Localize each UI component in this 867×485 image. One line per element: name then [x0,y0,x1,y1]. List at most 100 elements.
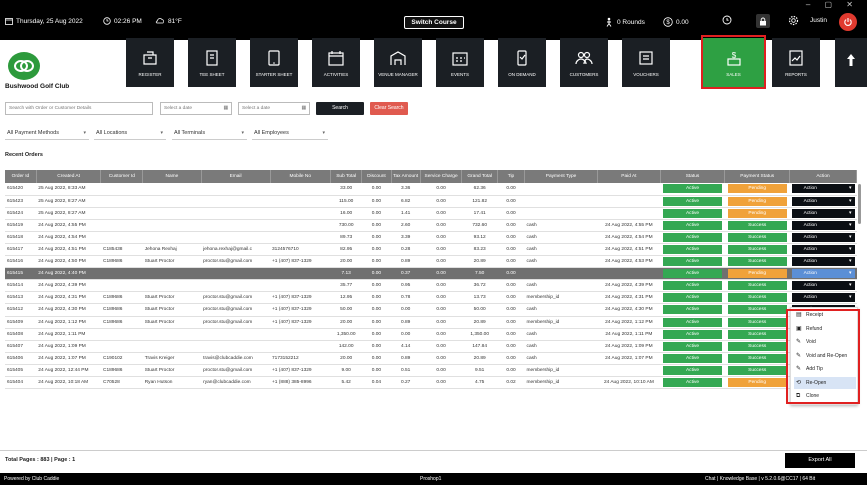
action-button[interactable]: Action [791,293,855,303]
table-row[interactable]: 615412 24 Aug 2022, 4:30 PM C189686 Stuart … [5,303,857,317]
window-controls[interactable]: – ▢ ✕ [806,0,859,9]
lock-icon[interactable] [756,14,770,28]
search-input[interactable]: Search with Order or Customer Details [5,102,153,115]
table-cell: 0.00 [497,303,525,317]
table-row[interactable]: 615424 25 Aug 2022, 8:27 AM 16.00 0.00 1.41 0… [5,207,857,220]
table-row[interactable]: 615423 25 Aug 2022, 8:27 AM 115.00 0.00 6.82… [5,195,857,208]
table-row[interactable]: 615419 24 Aug 2022, 4:55 PM 730.00 0.00 2.60… [5,219,857,232]
cash-display[interactable]: $ 0.00 [663,17,689,27]
column-header: Action [789,170,857,183]
export-all-button[interactable]: Export All [785,453,855,468]
action-button[interactable]: Action [791,232,855,242]
start-date-input[interactable]: Select a date ▦ [160,102,232,115]
table-row[interactable]: 615404 24 Aug 2022, 10:18 AM C70528 Ryan Hu… [5,376,857,390]
status-badge: Active [663,208,722,218]
action-button[interactable]: Action [791,245,855,255]
reports-icon [789,49,803,66]
table-cell: 615408 [5,328,37,341]
table-row[interactable]: 615416 24 Aug 2022, 4:50 PM C189686 Stuart … [5,255,857,269]
table-cell [100,340,143,353]
table-row[interactable]: 615405 24 Aug 2022, 12:44 PM C189686 Stuart… [5,364,857,378]
nav-customers-button[interactable]: CUSTOMERS [560,38,608,87]
table-cell: 24 Aug 2022, 4:54 PM [36,231,101,244]
employee-select[interactable]: All Employees ▾ [252,128,328,140]
table-row[interactable]: 615413 24 Aug 2022, 4:31 PM C189686 Stuart … [5,291,857,305]
settings-icon[interactable] [788,15,799,26]
table-cell [270,279,331,293]
clear-search-button[interactable]: Clear Search [370,102,408,115]
nav-label: CUSTOMERS [569,71,599,77]
table-row[interactable]: 615415 24 Aug 2022, 4:40 PM 7.13 0.00 0.37 0.… [5,267,857,281]
table-cell: 615413 [5,291,37,305]
nav-on-demand-button[interactable]: ON DEMAND [498,38,546,87]
table-cell: proctor.stu@gmail.com [201,316,270,329]
table-row[interactable]: 615418 24 Aug 2022, 4:54 PM 89.73 0.00 3.39 0… [5,231,857,244]
status-links[interactable]: Chat | Knowledge Base | v 5.2.0.6@CC17 |… [705,476,815,482]
table-cell: Success [724,316,790,329]
calendar-icon[interactable]: ▦ [223,103,228,114]
table-cell: Active [660,291,725,305]
table-cell: 0.00 [420,352,462,365]
table-cell: C189686 [100,303,143,317]
nav-events-button[interactable]: EVENTS [436,38,484,87]
table-cell [270,267,331,281]
table-cell: 20.00 [330,316,362,329]
power-icon[interactable] [839,13,857,31]
action-button[interactable]: Action [791,184,855,194]
action-button[interactable]: Action [791,208,855,218]
table-cell: Pending [724,267,790,281]
table-cell: 615407 [5,340,37,353]
action-button[interactable]: Action [791,281,855,291]
table-cell [100,207,143,220]
nav-label: VENUE MANAGER [378,71,418,77]
table-row[interactable]: 615407 24 Aug 2022, 1:09 PM 142.00 0.00 4.14… [5,340,857,353]
payment-status-badge: Pending [727,196,787,206]
rounds-display[interactable]: 0 Rounds [604,17,645,27]
table-row[interactable]: 615420 25 Aug 2022, 8:33 AM 33.00 0.00 3.36 0… [5,183,857,196]
nav-reports-button[interactable]: REPORTS [772,38,820,87]
table-row[interactable]: 615408 24 Aug 2022, 1:11 PM 1,350.00 0.00 0.… [5,328,857,341]
table-cell: Success [724,219,790,232]
table-cell: 0.00 [361,279,392,293]
terminal-select[interactable]: All Terminals ▾ [172,128,247,140]
action-button[interactable]: Action [791,257,855,267]
table-cell: 0.02 [497,376,525,390]
action-button[interactable]: Action [791,220,855,230]
action-button[interactable]: Action [791,196,855,206]
nav-register-button[interactable]: REGISTER [126,38,174,87]
table-cell: Stuart Proctor [142,291,202,305]
action-button[interactable]: Action [791,269,855,279]
nav-activities-button[interactable]: ACTIVITIES [312,38,360,87]
table-row[interactable]: 615406 24 Aug 2022, 1:07 PM C190102 Travis … [5,352,857,365]
search-button[interactable]: Search [316,102,364,115]
table-scrollbar[interactable] [858,184,861,224]
table-row[interactable]: 615417 24 Aug 2022, 4:51 PM C185438 Jehona … [5,243,857,257]
payment-method-select[interactable]: All Payment Methods ▾ [5,128,89,140]
history-icon[interactable] [722,15,732,25]
table-row[interactable]: 615409 24 Aug 2022, 1:12 PM C189686 Stuart … [5,316,857,329]
terminal-value: All Terminals [174,130,206,136]
end-date-input[interactable]: Select a date ▦ [238,102,310,115]
rounds-text: 0 Rounds [617,18,645,26]
user-name[interactable]: Justin [810,17,827,24]
nav-venue-manager-button[interactable]: VENUE MANAGER [374,38,422,87]
table-cell: 0.89 [391,352,421,365]
table-cell: 0.00 [497,219,525,232]
table-cell: Active [660,364,725,378]
status-badge: Active [663,245,722,255]
scroll-up-button[interactable] [835,38,867,87]
payment-status-badge: Pending [727,378,787,388]
status-badge: Active [663,257,722,267]
table-cell: 24 Aug 2022, 1:07 PM [597,352,661,365]
table-cell: 33.00 [330,183,362,196]
table-cell: 0.00 [361,316,392,329]
nav-vouchers-button[interactable]: VOUCHERS [622,38,670,87]
location-select[interactable]: All Locations ▾ [94,128,166,140]
table-cell: 24 Aug 2022, 4:55 PM [597,219,661,232]
table-row[interactable]: 615414 24 Aug 2022, 4:39 PM 35.77 0.00 0.95 0… [5,279,857,293]
switch-course-button[interactable]: Switch Course [404,16,464,29]
nav-tee-sheet-button[interactable]: TEE SHEET [188,38,236,87]
calendar-icon[interactable]: ▦ [301,103,306,114]
nav-starter-sheet-button[interactable]: STARTER SHEET [250,38,298,87]
table-cell: 5.42 [330,376,362,390]
